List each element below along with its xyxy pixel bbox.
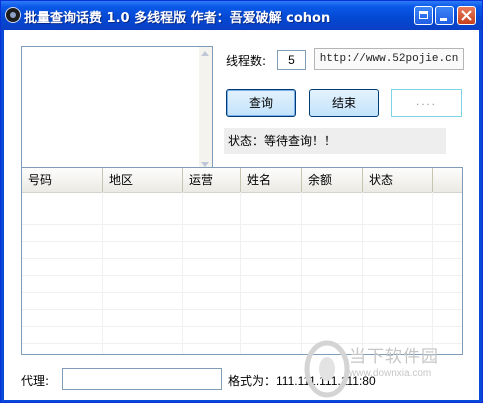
table-row[interactable] xyxy=(22,225,462,242)
number-input-list[interactable] xyxy=(21,46,213,172)
table-header: 号码 地区 运营 姓名 余额 状态 xyxy=(22,168,462,193)
table-row[interactable] xyxy=(22,276,462,293)
client-area: 线程数: 5 http://www.52pojie.cn 查询 结束 .... … xyxy=(4,30,479,400)
progress-box: .... xyxy=(391,89,462,117)
window-title: 批量查询话费 1.0 多线程版 作者：吾爱破解 cohon xyxy=(24,11,331,26)
proxy-label: 代理: xyxy=(21,374,50,388)
maximize-button[interactable] xyxy=(435,6,454,25)
table-row[interactable] xyxy=(22,208,462,225)
column-header-filler xyxy=(433,168,462,192)
app-icon[interactable] xyxy=(5,7,21,23)
status-text: 状态：等待查询！！ xyxy=(224,128,446,154)
minimize-glyph-icon xyxy=(440,18,447,21)
close-button[interactable] xyxy=(457,6,476,25)
results-table[interactable]: 号码 地区 运营 姓名 余额 状态 xyxy=(21,167,463,355)
proxy-input[interactable] xyxy=(62,368,222,390)
title-bar[interactable]: 批量查询话费 1.0 多线程版 作者：吾爱破解 cohon xyxy=(1,1,482,30)
column-header[interactable]: 运营 xyxy=(183,168,241,192)
close-icon xyxy=(461,10,472,21)
column-header[interactable]: 地区 xyxy=(103,168,183,192)
table-row[interactable] xyxy=(22,259,462,276)
table-row[interactable] xyxy=(22,293,462,310)
table-row[interactable] xyxy=(22,242,462,259)
minimize-button[interactable] xyxy=(414,6,433,25)
scroll-up-icon[interactable] xyxy=(201,51,209,56)
threads-label: 线程数: xyxy=(226,54,267,68)
watermark-url: www.downxia.com xyxy=(349,368,432,379)
app-window: 批量查询话费 1.0 多线程版 作者：吾爱破解 cohon 线程数: 5 htt… xyxy=(0,0,483,403)
maximize-glyph-icon xyxy=(419,11,428,19)
threads-input[interactable]: 5 xyxy=(277,50,306,70)
url-link[interactable]: http://www.52pojie.cn xyxy=(314,48,464,70)
vertical-scrollbar[interactable] xyxy=(199,47,212,171)
column-header[interactable]: 姓名 xyxy=(241,168,302,192)
stop-button[interactable]: 结束 xyxy=(309,89,379,117)
column-header[interactable]: 号码 xyxy=(22,168,103,192)
query-button[interactable]: 查询 xyxy=(226,89,296,117)
column-header[interactable]: 状态 xyxy=(363,168,433,192)
column-header[interactable]: 余额 xyxy=(302,168,363,192)
table-row[interactable] xyxy=(22,310,462,327)
watermark-text: 当下软件园 xyxy=(349,347,439,367)
